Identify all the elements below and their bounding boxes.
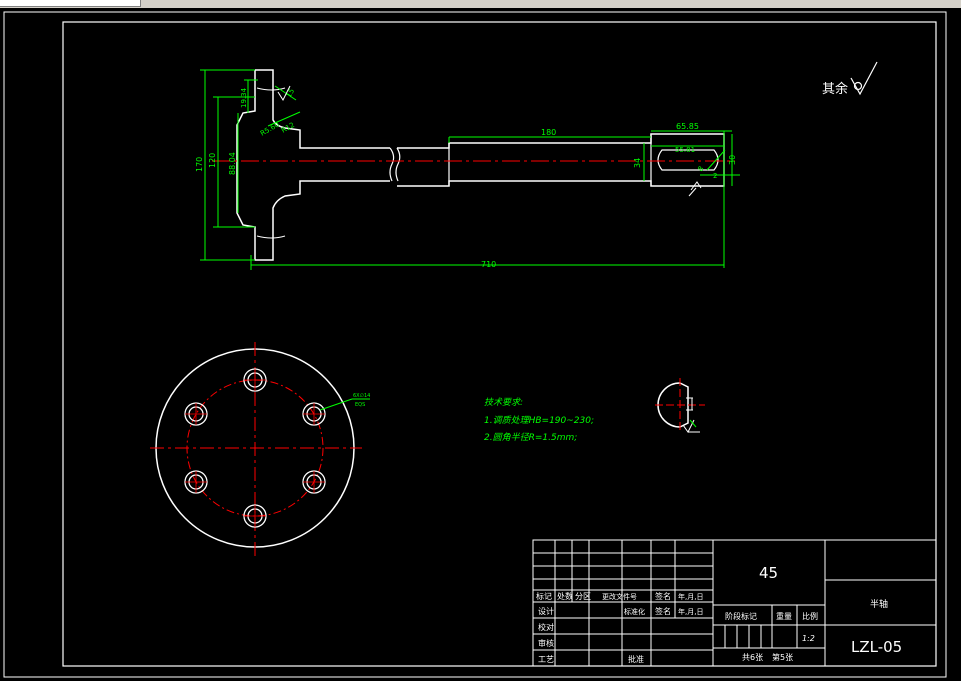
cad-drawing-canvas: 180 65.85 55.81 34 30 710 170 120 88.04 …	[0, 8, 961, 681]
tech-requirements: 技术要求: 1.调质处理HB=190~230; 2.圆角半径R=1.5mm;	[484, 397, 594, 443]
flange-hole-bottom	[256, 235, 286, 239]
dim-34: 34	[633, 158, 642, 168]
flange-end-view	[150, 342, 370, 556]
scale-label: 比例	[802, 611, 818, 621]
dim-30: 30	[728, 155, 737, 165]
dim-88-04: 88.04	[228, 152, 237, 175]
dim-65-85: 65.85	[676, 122, 699, 131]
window-tab[interactable]	[0, 0, 141, 7]
dim-19-34: 19.34	[240, 87, 248, 108]
break-line-left	[389, 147, 395, 182]
rev-sign-header: 签名	[655, 591, 671, 601]
material-text: 45	[759, 564, 778, 582]
check-label: 校对	[538, 622, 554, 632]
rev-doc-header: 更改文件号	[602, 592, 637, 601]
dim-2: 2	[713, 172, 717, 180]
dim-120: 120	[208, 153, 217, 168]
rev-date-header: 年,月,日	[678, 592, 703, 601]
front-dimensions	[200, 69, 740, 270]
shaft-body	[397, 133, 725, 187]
approve-label: 批准	[628, 654, 644, 664]
inner-frame	[62, 21, 937, 667]
sheet-no: 第5张	[772, 652, 793, 662]
dim-8: 8	[696, 165, 705, 174]
rev-zone-header: 分区	[575, 592, 591, 601]
shaft-front-view	[236, 69, 725, 261]
process-label: 工艺	[538, 655, 554, 664]
drawing-svg: 180 65.85 55.81 34 30 710 170 120 88.04 …	[3, 11, 947, 678]
rev-count-header: 处数	[557, 591, 573, 601]
weight-label: 重量	[776, 611, 792, 621]
sheets-total: 共6张	[742, 653, 763, 662]
dim-170: 170	[195, 157, 204, 172]
scale-value: 1:2	[802, 634, 815, 643]
general-roughness-symbol-icon	[850, 61, 878, 96]
outer-border	[3, 11, 947, 678]
flange-top-outline	[255, 69, 390, 149]
hole-note-top: 6X∅14	[353, 393, 370, 399]
part-name: 半轴	[870, 598, 888, 610]
drawing-number: LZL-05	[851, 638, 902, 656]
tech-req-line2: 2.圆角半径R=1.5mm;	[484, 432, 577, 443]
dim-55-81: 55.81	[675, 146, 695, 154]
window-top-strip	[0, 0, 961, 8]
standard-label: 标准化	[624, 607, 645, 616]
design-label: 设计	[538, 606, 554, 616]
flange-bottom-outline	[236, 70, 390, 261]
dim-r12: R12	[280, 121, 296, 135]
roughness-symbols	[277, 85, 702, 197]
dim-710: 710	[481, 260, 496, 269]
hole-note-bottom: EQS	[355, 402, 365, 408]
review-label: 审核	[538, 638, 554, 648]
tech-req-title: 技术要求:	[484, 397, 523, 408]
dim-180: 180	[541, 128, 556, 137]
dim-r5-60: R5.60	[259, 121, 281, 138]
stage-mark-label: 阶段标记	[725, 611, 757, 621]
break-line-right	[395, 147, 401, 182]
sign-label: 签名	[655, 606, 671, 616]
general-roughness-text: 其余	[822, 81, 848, 97]
date-label: 年,月,日	[678, 607, 703, 616]
keyway-section-view	[655, 378, 705, 433]
hole-leader	[319, 398, 353, 411]
front-dimension-texts: 180 65.85 55.81 34 30 710 170 120 88.04 …	[195, 87, 737, 269]
tech-req-line1: 1.调质处理HB=190~230;	[484, 415, 594, 426]
rev-mark-header: 标记	[536, 591, 552, 601]
